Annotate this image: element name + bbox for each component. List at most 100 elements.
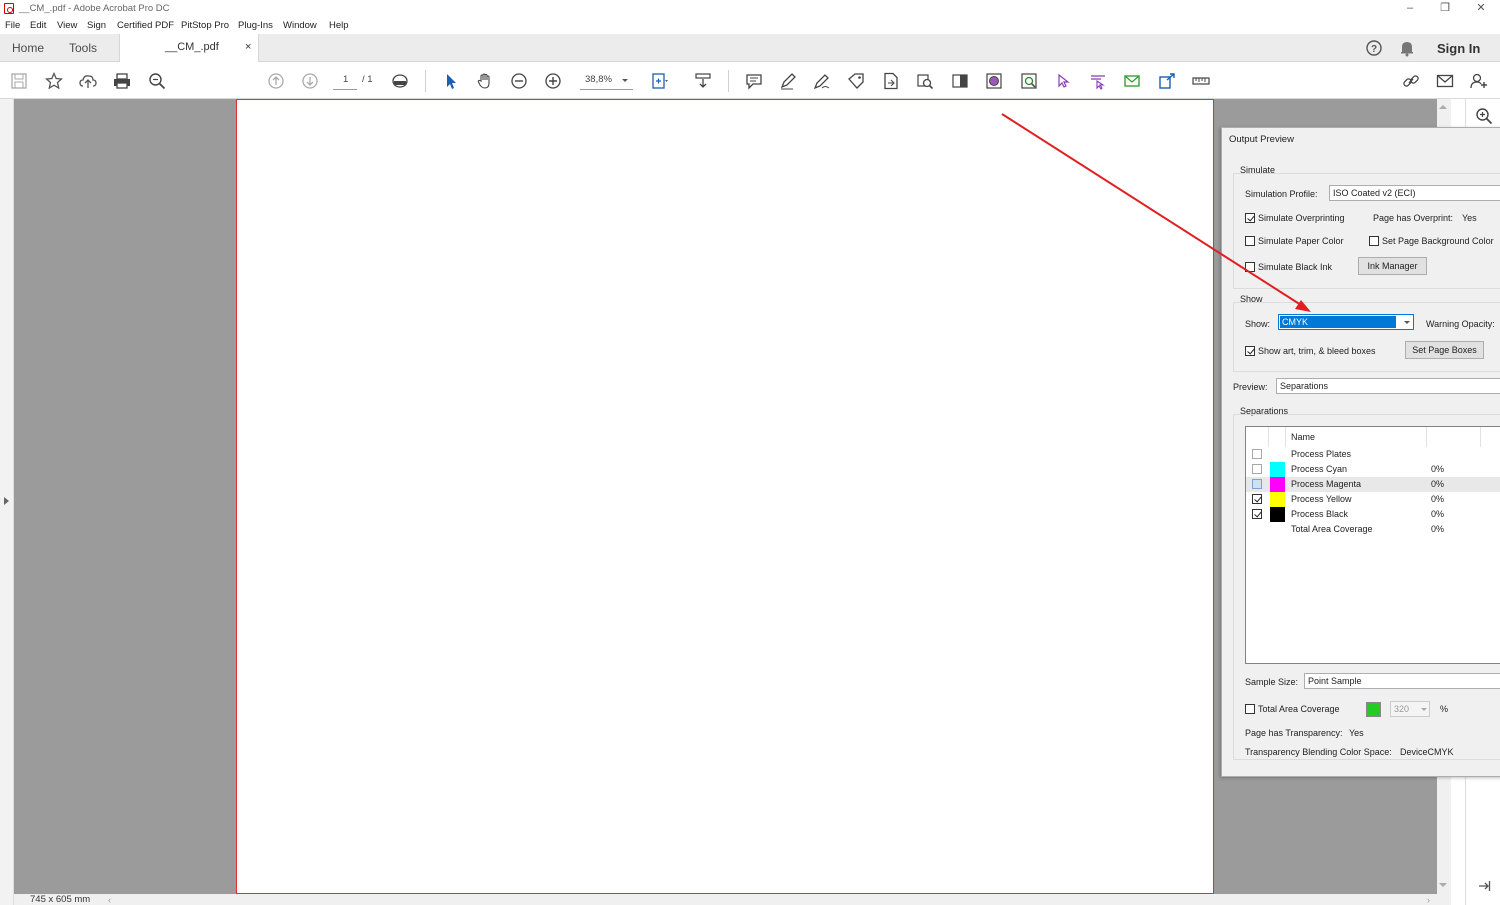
email-send-icon[interactable]: [1122, 71, 1142, 91]
hand-tool-icon[interactable]: [475, 71, 495, 91]
show-label: Show:: [1245, 319, 1271, 329]
export-file-icon[interactable]: [881, 71, 901, 91]
scroll-left-icon[interactable]: ‹: [108, 895, 111, 905]
scroll-right-icon[interactable]: ›: [1427, 895, 1430, 905]
separation-row-process-plates[interactable]: Process Plates: [1246, 447, 1500, 462]
batch-action-icon[interactable]: [1157, 71, 1177, 91]
menu-help[interactable]: Help: [329, 20, 349, 31]
separation-name: Process Black: [1291, 509, 1349, 519]
coverage-dropdown-icon[interactable]: [1421, 708, 1427, 711]
highlight-pen-icon[interactable]: [778, 71, 798, 91]
total-area-coverage-checkbox[interactable]: [1245, 704, 1255, 714]
simulate-black-ink-checkbox[interactable]: [1245, 262, 1255, 272]
maximize-button[interactable]: ❐: [1427, 0, 1463, 17]
separation-checkbox[interactable]: [1252, 509, 1262, 519]
zoom-out-icon[interactable]: [509, 71, 529, 91]
separation-checkbox[interactable]: [1252, 449, 1262, 459]
separation-row-total-area-coverage[interactable]: Total Area Coverage 0%: [1246, 522, 1500, 537]
zoom-level-input[interactable]: 38,8%: [585, 74, 612, 85]
stamp-tag-icon[interactable]: [846, 71, 866, 91]
magenta-swatch: [1270, 477, 1285, 492]
simulate-black-ink-label: Simulate Black Ink: [1258, 262, 1333, 272]
pdf-page[interactable]: [236, 99, 1214, 894]
print-icon[interactable]: [112, 71, 132, 91]
transparency-blending-label: Transparency Blending Color Space:: [1245, 747, 1392, 757]
simulate-paper-color-checkbox[interactable]: [1245, 236, 1255, 246]
zoom-panel-icon[interactable]: [1475, 107, 1493, 125]
scroll-down-icon[interactable]: [1439, 883, 1447, 887]
simulate-overprinting-checkbox[interactable]: [1245, 213, 1255, 223]
show-select[interactable]: CMYK: [1278, 314, 1414, 330]
preflight-search-icon[interactable]: [915, 71, 935, 91]
output-preview-icon[interactable]: [950, 71, 970, 91]
simulation-profile-select[interactable]: ISO Coated v2 (ECI): [1329, 185, 1500, 201]
separation-row-process-black[interactable]: Process Black 0%: [1246, 507, 1500, 522]
inspect-icon[interactable]: [1019, 71, 1039, 91]
menu-plug-ins[interactable]: Plug-Ins: [238, 20, 273, 31]
tab-document[interactable]: __CM_.pdf ×: [119, 34, 259, 63]
simulate-overprinting-label: Simulate Overprinting: [1258, 213, 1345, 223]
separation-percent: 0%: [1431, 509, 1445, 519]
bell-icon[interactable]: [1398, 39, 1416, 57]
zoom-search-icon[interactable]: [147, 71, 167, 91]
pitstop-select-icon[interactable]: [1053, 71, 1073, 91]
tab-tools[interactable]: Tools: [69, 34, 97, 62]
separation-row-process-yellow[interactable]: Process Yellow 0%: [1246, 492, 1500, 507]
page-size-label: 745 x 605 mm: [30, 894, 91, 905]
menu-file[interactable]: File: [5, 20, 20, 31]
color-convert-icon[interactable]: [984, 71, 1004, 91]
upload-cloud-icon[interactable]: [78, 71, 98, 91]
page-fit-icon[interactable]: [650, 71, 670, 91]
menu-sign[interactable]: Sign: [87, 20, 106, 31]
svg-text:?: ?: [1371, 44, 1377, 55]
scroll-up-icon[interactable]: [1439, 105, 1447, 109]
measure-ruler-icon[interactable]: [1191, 71, 1211, 91]
save-icon[interactable]: [9, 71, 29, 91]
close-tab-icon[interactable]: ×: [245, 41, 251, 53]
column-header-name[interactable]: Name: [1291, 432, 1315, 442]
pitstop-edit-icon[interactable]: [1088, 71, 1108, 91]
menu-pitstop-pro[interactable]: PitStop Pro: [181, 20, 229, 31]
scroll-mode-icon[interactable]: [693, 71, 713, 91]
separation-checkbox[interactable]: [1252, 494, 1262, 504]
collapse-panel-icon[interactable]: [1477, 879, 1491, 893]
tab-home[interactable]: Home: [12, 34, 44, 62]
set-page-background-checkbox[interactable]: [1369, 236, 1379, 246]
bookmark-star-icon[interactable]: [44, 71, 64, 91]
page-number-input[interactable]: 1: [343, 74, 348, 85]
menu-edit[interactable]: Edit: [30, 20, 46, 31]
read-mode-icon[interactable]: [390, 71, 410, 91]
zoom-dropdown-icon[interactable]: [622, 79, 628, 82]
show-dropdown-icon[interactable]: [1404, 321, 1410, 324]
previous-page-icon[interactable]: [266, 71, 286, 91]
select-cursor-icon[interactable]: [441, 71, 461, 91]
zoom-in-icon[interactable]: [543, 71, 563, 91]
set-page-boxes-button[interactable]: Set Page Boxes: [1405, 341, 1484, 359]
left-navigation-pane[interactable]: [0, 99, 14, 905]
minimize-button[interactable]: –: [1392, 0, 1428, 17]
preview-select[interactable]: Separations: [1276, 378, 1500, 394]
sign-pen-icon[interactable]: [812, 71, 832, 91]
menu-window[interactable]: Window: [283, 20, 317, 31]
show-boxes-label: Show art, trim, & bleed boxes: [1258, 346, 1376, 356]
help-icon[interactable]: ?: [1365, 39, 1383, 57]
comment-icon[interactable]: [744, 71, 764, 91]
coverage-color-swatch[interactable]: [1366, 702, 1381, 717]
separation-checkbox[interactable]: [1252, 479, 1262, 489]
separation-row-process-cyan[interactable]: Process Cyan 0%: [1246, 462, 1500, 477]
close-window-button[interactable]: ✕: [1463, 0, 1499, 17]
menu-view[interactable]: View: [57, 20, 77, 31]
sample-size-select[interactable]: Point Sample: [1304, 673, 1500, 689]
share-link-icon[interactable]: [1401, 71, 1421, 91]
ink-manager-button[interactable]: Ink Manager: [1358, 257, 1427, 275]
separation-checkbox[interactable]: [1252, 464, 1262, 474]
sign-in-link[interactable]: Sign In: [1437, 41, 1480, 56]
menu-certified-pdf[interactable]: Certified PDF: [117, 20, 174, 31]
add-user-icon[interactable]: [1469, 71, 1489, 91]
expand-pane-icon[interactable]: [4, 497, 9, 505]
show-boxes-checkbox[interactable]: [1245, 346, 1255, 356]
separation-row-process-magenta[interactable]: Process Magenta 0%: [1246, 477, 1500, 492]
email-icon[interactable]: [1435, 71, 1455, 91]
page-total-label: / 1: [362, 74, 373, 85]
next-page-icon[interactable]: [300, 71, 320, 91]
